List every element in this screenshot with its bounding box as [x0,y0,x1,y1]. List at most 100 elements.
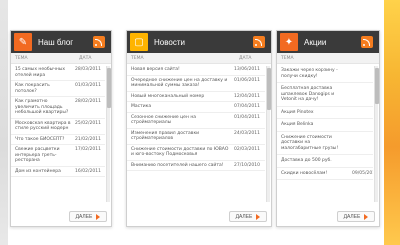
list-item[interactable]: Снижение стоимости доставки на малогабар… [277,132,373,155]
promo-col-title: ТЕМА [281,55,294,61]
list-item[interactable]: Бесплатная доставка шпаклевок Danogips и… [277,83,373,107]
blog-col-title: ТЕМА [15,55,28,61]
news-rss-icon[interactable] [253,36,265,48]
item-title[interactable]: 15 самых необычных отелей мира [15,67,75,78]
arrow-right-icon [256,213,261,220]
list-item[interactable]: Дом из контейнера 16/02/2011 [11,167,105,177]
news-more-label: ДАЛЕЕ [235,213,253,220]
list-item[interactable]: Очередное снижение цен на доставку и мин… [127,76,265,92]
item-title[interactable]: Доставка до 500 руб. [281,158,352,164]
promo-panel: ✦ Акции ТЕМА Закажи через корзину - полу… [276,30,380,227]
news-scrollbar[interactable] [266,66,271,202]
blog-column-header: ТЕМА ДАТА [11,53,111,64]
item-title[interactable]: Бесплатная доставка шпаклевок Danogips и… [281,86,352,103]
news-list: Новая версия сайта! 13/06/2011 Очередное … [127,65,265,204]
blog-scrollbar[interactable] [106,66,111,202]
list-item[interactable]: Новый многоканальный номер 12/04/2011 [127,92,265,102]
promo-scrollbar[interactable] [374,66,379,202]
item-date: 25/02/2011 [75,120,101,126]
list-item[interactable]: Что такое БИОСЕПТ? 21/02/2011 [11,135,105,145]
news-col-title: ТЕМА [131,55,144,61]
list-item[interactable]: Акция Belinka [277,119,373,132]
item-date [352,68,370,79]
list-item[interactable]: Скидки новосёлам!09/05/2010 [277,168,373,180]
item-title[interactable]: Новый многоканальный номер [131,94,234,100]
item-title[interactable]: Что такое БИОСЕПТ? [15,137,75,143]
item-title[interactable]: Как грамотно увеличить площадь небольшой… [15,99,75,116]
item-title[interactable]: Акция Belinka [281,122,352,128]
blog-col-date: ДАТА [79,55,92,61]
item-date: 28/03/2011 [75,67,101,72]
item-date: 02/03/2011 [234,146,260,152]
list-item[interactable]: Изменения правил доставки стройматериало… [127,129,265,145]
news-more-button[interactable]: ДАЛЕЕ [229,211,267,222]
item-date: 21/02/2011 [75,136,101,142]
list-item[interactable]: Как грамотно увеличить площадь небольшой… [11,97,105,119]
item-date: 09/05/2010 [352,170,373,176]
item-title[interactable]: Закажи через корзину - получи скидку! [281,68,352,79]
item-title[interactable]: Снижение стоимости доставки на малогабар… [281,135,352,152]
item-date: 16/02/2011 [75,168,101,174]
news-header: ▢ Новости [127,31,271,53]
list-item[interactable]: Доставка до 500 руб. [277,155,373,168]
list-item[interactable]: 15 самых необычных отелей мира 28/03/2011 [11,65,105,81]
item-date [352,135,370,152]
list-item[interactable]: Вниманию посетителей нашего сайта! 27/10/… [127,161,265,171]
blog-icon: ✎ [14,33,32,51]
blog-more-button[interactable]: ДАЛЕЕ [69,211,107,222]
item-title[interactable]: Как покрасить потолок? [15,83,75,94]
item-date: 01/03/2011 [75,83,101,88]
item-title[interactable]: Сезонное снижение цен на стройматериалы [131,115,234,126]
item-title[interactable]: Дом из контейнера [15,169,75,175]
promo-column-header: ТЕМА [277,53,379,64]
list-item[interactable]: Акция Pinotex [277,107,373,119]
item-title[interactable]: Новая версия сайта! [131,67,234,73]
promo-more-label: ДАЛЕЕ [343,213,361,220]
news-title: Новости [154,37,185,47]
list-item[interactable]: Новая версия сайта! 13/06/2011 [127,65,265,76]
item-title[interactable]: Мастика [131,104,234,110]
promo-title: Акции [304,37,327,47]
list-item[interactable]: Мастика 07/04/2011 [127,102,265,113]
list-item[interactable]: Сезонное снижение цен на стройматериалы 0… [127,113,265,129]
item-date: 01/04/2011 [234,114,260,120]
item-date: 12/04/2011 [234,93,260,99]
star-icon: ✦ [280,33,298,51]
blog-rss-icon[interactable] [93,36,105,48]
arrow-right-icon [96,213,101,220]
list-item[interactable]: Снижение стоимости доставки по ЮВАО и юг… [127,145,265,161]
news-column-header: ТЕМА ДАТА [127,53,271,64]
right-background [384,0,400,245]
promo-rss-icon[interactable] [361,36,373,48]
list-item[interactable]: Закажи через корзину - получи скидку! [277,65,373,83]
item-date [352,86,370,103]
promo-header: ✦ Акции [277,31,379,53]
item-title[interactable]: Свежие расцветки интерьера греть-рестора… [15,147,75,164]
item-title[interactable]: Снижение стоимости доставки по ЮВАО и юг… [131,147,234,158]
left-background [0,0,8,245]
item-title[interactable]: Акция Pinotex [281,110,352,116]
list-item[interactable]: Как покрасить потолок? 01/03/2011 [11,81,105,97]
item-title[interactable]: Скидки новосёлам! [281,171,352,177]
item-date [352,110,370,116]
news-scroll-thumb[interactable] [267,68,271,110]
news-icon: ▢ [130,33,148,51]
promo-more-button[interactable]: ДАЛЕЕ [337,211,375,222]
item-date: 17/02/2011 [75,147,101,152]
arrow-right-icon [364,213,369,220]
item-title[interactable]: Московская квартира в стиле русский моде… [15,121,75,132]
list-item[interactable]: Свежие расцветки интерьера греть-рестора… [11,145,105,167]
item-title[interactable]: Вниманию посетителей нашего сайта! [131,163,234,169]
item-date: 07/04/2011 [234,104,260,109]
item-date: 13/06/2011 [234,67,260,72]
promo-scroll-thumb[interactable] [375,68,379,104]
blog-scroll-thumb[interactable] [107,68,111,108]
item-title[interactable]: Изменения правил доставки стройматериало… [131,131,234,142]
blog-title: Наш блог [38,37,74,47]
list-item[interactable]: Московская квартира в стиле русский моде… [11,119,105,135]
item-date: 28/02/2011 [75,99,101,104]
blog-panel: ✎ Наш блог ТЕМА ДАТА 15 самых необычных … [10,30,112,227]
blog-header: ✎ Наш блог [11,31,111,53]
item-date: 24/03/2011 [234,130,260,136]
item-title[interactable]: Очередное снижение цен на доставку и мин… [131,78,234,89]
